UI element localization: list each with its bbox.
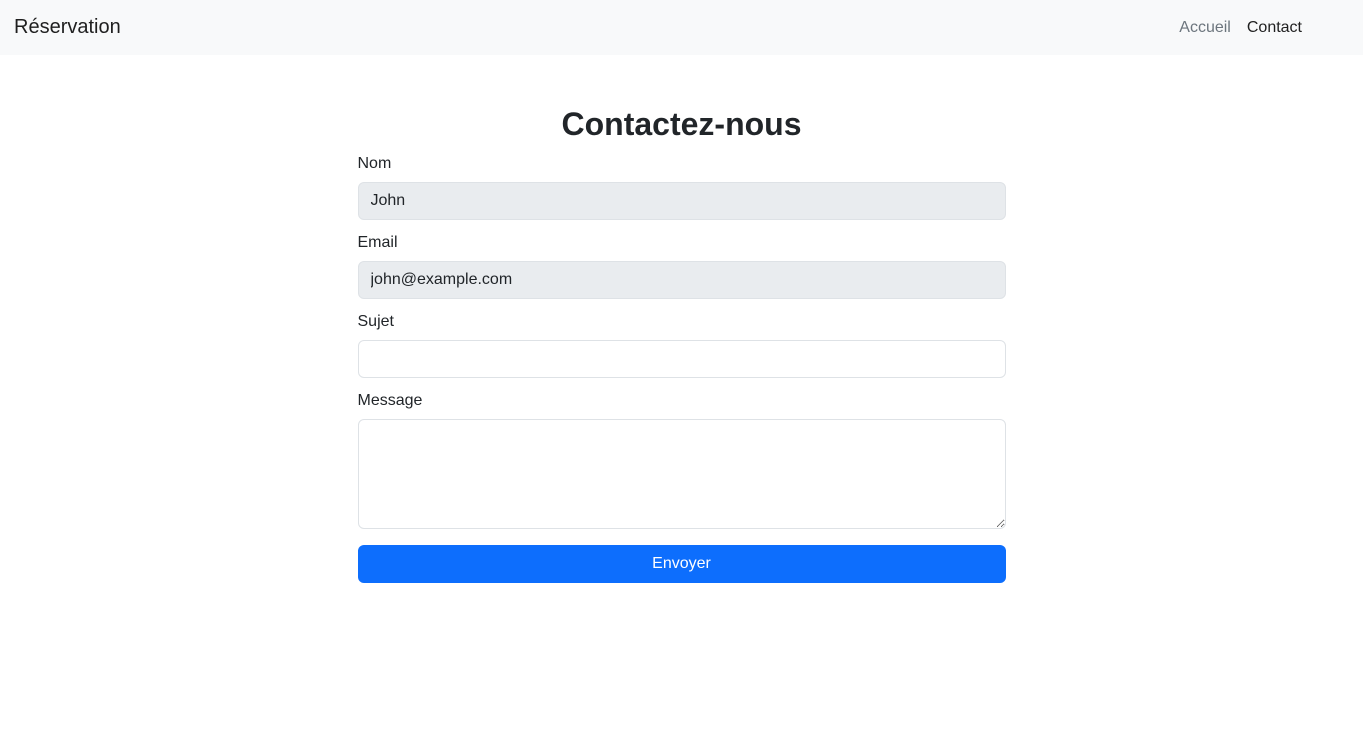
submit-button[interactable]: Envoyer [357, 545, 1006, 583]
email-input[interactable] [357, 261, 1006, 299]
email-label: Email [357, 234, 398, 251]
email-field-group: Email [357, 233, 1006, 299]
name-field-group: Nom [357, 154, 1006, 220]
message-field-group: Message [357, 391, 1006, 529]
subject-label: Sujet [357, 313, 394, 330]
main-content: Contactez-nous Nom Email Sujet Message E… [357, 55, 1006, 583]
brand-link[interactable]: Réservation [14, 16, 121, 39]
subject-input[interactable] [357, 340, 1006, 378]
contact-form: Nom Email Sujet Message Envoyer [357, 154, 1006, 583]
nav-links: Accueil Contact [1163, 19, 1302, 37]
nav-link-accueil[interactable]: Accueil [1179, 19, 1231, 37]
subject-field-group: Sujet [357, 312, 1006, 378]
name-label: Nom [357, 155, 392, 172]
message-label: Message [357, 392, 423, 409]
page-title: Contactez-nous [561, 106, 802, 142]
message-textarea[interactable] [357, 419, 1006, 529]
nav-link-contact[interactable]: Contact [1247, 19, 1302, 37]
name-input[interactable] [357, 182, 1006, 220]
navbar: Réservation Accueil Contact [0, 0, 1363, 55]
